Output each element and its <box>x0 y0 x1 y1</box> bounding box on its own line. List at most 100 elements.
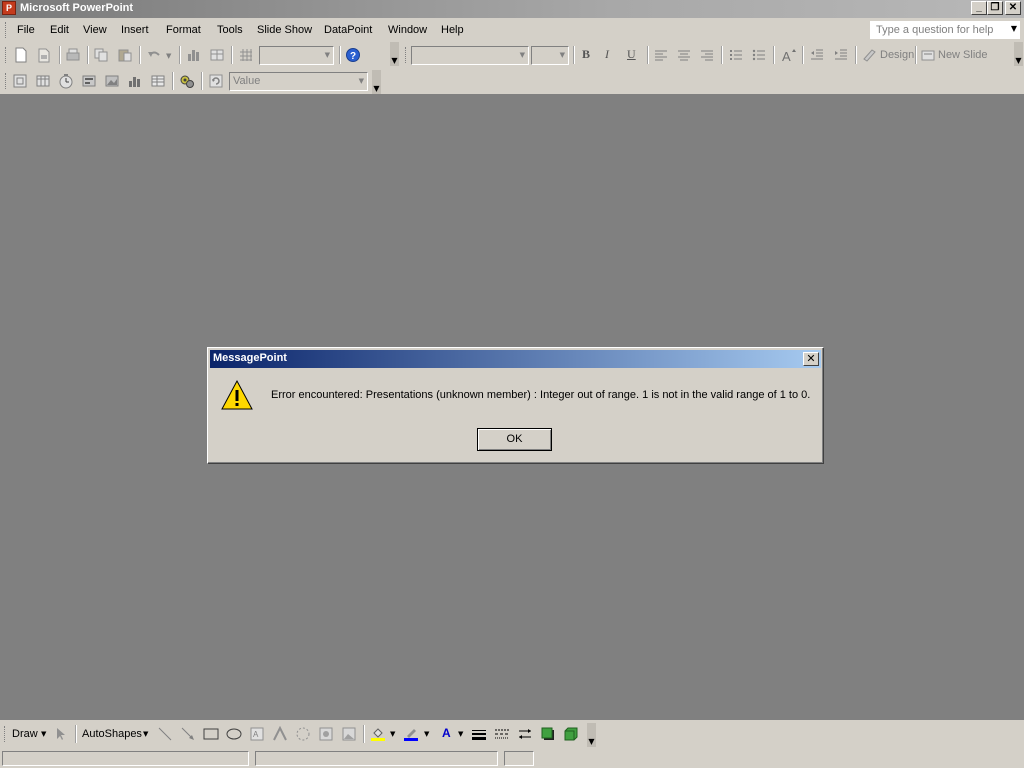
chevron-down-icon: ▼ <box>324 51 330 59</box>
chevron-down-icon[interactable]: ▼ <box>1011 24 1017 33</box>
toolbar-options-chevron[interactable]: ▼ <box>587 723 596 747</box>
menu-window[interactable]: Window <box>388 24 427 36</box>
svg-text:?: ? <box>350 51 356 62</box>
underline-button[interactable]: U <box>627 47 636 62</box>
menu-file[interactable]: File <box>17 24 35 36</box>
dialog-close-button[interactable]: ✕ <box>803 352 819 366</box>
separator <box>87 46 89 64</box>
decrease-indent-icon[interactable] <box>809 47 825 63</box>
increase-font-size-icon[interactable]: A <box>780 47 796 63</box>
menu-tools[interactable]: Tools <box>217 24 243 36</box>
separator <box>339 46 341 64</box>
3d-style-icon[interactable] <box>563 726 579 742</box>
menu-grip[interactable] <box>5 22 9 38</box>
rectangle-icon[interactable] <box>203 726 219 742</box>
draw-menu[interactable]: Draw <box>12 728 38 740</box>
align-center-icon[interactable] <box>676 47 692 63</box>
menu-edit[interactable]: Edit <box>50 24 69 36</box>
datapoint-ticker-icon[interactable] <box>81 73 97 89</box>
autoshapes-menu[interactable]: AutoShapes <box>82 728 142 740</box>
menu-format[interactable]: Format <box>166 24 201 36</box>
refresh-icon[interactable] <box>208 73 224 89</box>
bold-button[interactable]: B <box>582 47 590 62</box>
menu-view[interactable]: View <box>83 24 107 36</box>
oval-icon[interactable] <box>226 726 242 742</box>
value-combo[interactable]: Value ▼ <box>229 72 368 91</box>
ask-question-box[interactable]: Type a question for help ▼ <box>870 21 1020 39</box>
arrow-icon[interactable] <box>180 726 196 742</box>
fill-color-icon[interactable] <box>370 726 386 742</box>
minimize-button[interactable]: _ <box>971 1 987 15</box>
separator <box>773 46 775 64</box>
clip-art-icon[interactable] <box>318 726 334 742</box>
datapoint-grid-icon[interactable] <box>150 73 166 89</box>
datapoint-toolbar-grip[interactable] <box>5 73 9 89</box>
open-icon[interactable] <box>36 47 52 63</box>
datapoint-chart-icon[interactable] <box>127 73 143 89</box>
menu-help[interactable]: Help <box>441 24 464 36</box>
separator <box>231 46 233 64</box>
design-button-label[interactable]: Design <box>880 49 914 61</box>
font-combo[interactable]: ▼ <box>411 46 529 65</box>
standard-toolbar-grip[interactable] <box>5 47 9 63</box>
menu-insert[interactable]: Insert <box>121 24 149 36</box>
datapoint-table-icon[interactable] <box>35 73 51 89</box>
drawing-toolbar: Draw ▼ AutoShapes ▼ A ▼ ▼ A ▼ ▼ <box>0 720 1024 748</box>
datapoint-image-icon[interactable] <box>104 73 120 89</box>
drawing-toolbar-grip[interactable] <box>4 726 8 742</box>
formatting-toolbar-grip[interactable] <box>405 47 409 63</box>
insert-chart-icon[interactable] <box>186 47 202 63</box>
font-size-combo[interactable]: ▼ <box>531 46 569 65</box>
help-icon[interactable]: ? <box>345 47 361 63</box>
font-color-icon[interactable]: A <box>439 726 455 742</box>
new-icon[interactable] <box>13 47 29 63</box>
increase-indent-icon[interactable] <box>833 47 849 63</box>
show-grid-icon[interactable] <box>238 47 254 63</box>
undo-icon[interactable] <box>146 47 162 63</box>
paste-icon[interactable] <box>117 47 133 63</box>
separator <box>721 46 723 64</box>
datapoint-clock-icon[interactable] <box>58 73 74 89</box>
toolbar-options-chevron[interactable]: ▼ <box>1014 42 1023 66</box>
diagram-icon[interactable] <box>295 726 311 742</box>
datapoint-connections-icon[interactable] <box>179 73 195 89</box>
separator <box>573 46 575 64</box>
new-slide-button-label[interactable]: New Slide <box>938 49 988 61</box>
italic-button[interactable]: I <box>605 47 609 62</box>
zoom-combo[interactable]: ▼ <box>259 46 334 65</box>
copy-icon[interactable] <box>93 47 109 63</box>
line-style-icon[interactable] <box>471 726 487 742</box>
new-slide-icon[interactable] <box>920 47 936 63</box>
status-pane <box>504 751 534 766</box>
warning-icon <box>221 379 253 414</box>
menu-slide-show[interactable]: Slide Show <box>257 24 312 36</box>
wordart-icon[interactable] <box>272 726 288 742</box>
bullets-icon[interactable] <box>751 47 767 63</box>
line-icon[interactable] <box>157 726 173 742</box>
restore-button[interactable]: ❐ <box>987 1 1003 15</box>
datapoint-textbox-icon[interactable] <box>12 73 28 89</box>
text-box-icon[interactable]: A <box>249 726 265 742</box>
status-pane <box>540 751 1022 766</box>
insert-picture-icon[interactable] <box>341 726 357 742</box>
dialog-title-bar[interactable]: MessagePoint ✕ <box>210 350 821 368</box>
powerpoint-app-icon[interactable]: P <box>2 1 16 15</box>
separator <box>855 46 857 64</box>
align-right-icon[interactable] <box>699 47 715 63</box>
toolbar-options-chevron[interactable]: ▼ <box>390 42 399 66</box>
insert-table-icon[interactable] <box>209 47 225 63</box>
line-color-icon[interactable] <box>403 726 419 742</box>
design-icon[interactable] <box>862 47 878 63</box>
print-icon[interactable] <box>65 47 81 63</box>
select-objects-icon[interactable] <box>53 726 69 742</box>
shadow-style-icon[interactable] <box>540 726 556 742</box>
toolbar-row-1: ▼ ▼ ? ▼ ▼ ▼ B I U A Design New Slide ▼ <box>0 42 1024 68</box>
arrow-style-icon[interactable] <box>517 726 533 742</box>
align-left-icon[interactable] <box>653 47 669 63</box>
close-button[interactable]: ✕ <box>1005 1 1021 15</box>
numbering-icon[interactable] <box>728 47 744 63</box>
menu-datapoint[interactable]: DataPoint <box>324 24 372 36</box>
dash-style-icon[interactable] <box>494 726 510 742</box>
toolbar-options-chevron[interactable]: ▼ <box>372 70 381 94</box>
ok-button[interactable]: OK <box>477 428 552 451</box>
